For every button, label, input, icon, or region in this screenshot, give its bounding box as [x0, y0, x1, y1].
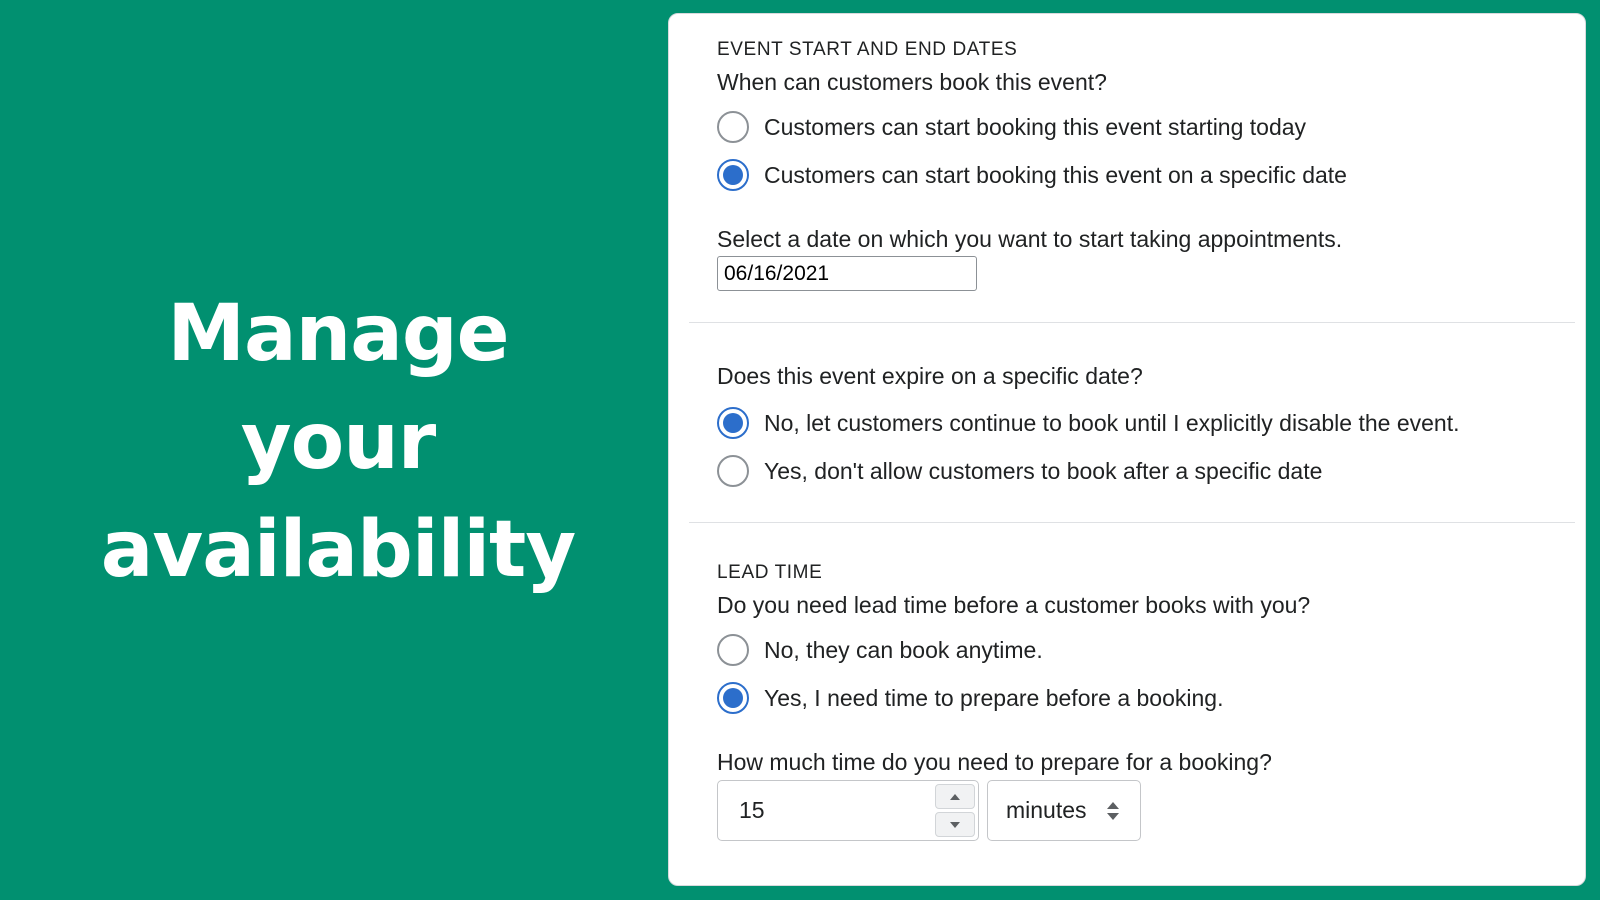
start-option-today-label: Customers can start booking this event s…: [764, 114, 1307, 140]
lead-section-heading: LEAD TIME: [717, 562, 823, 583]
hero-line-1: Manage: [167, 289, 509, 379]
prep-unit-select[interactable]: minutes: [987, 780, 1141, 841]
lead-option-no[interactable]: No, they can book anytime.: [717, 626, 1573, 674]
decrement-button[interactable]: [935, 812, 975, 837]
expire-option-no[interactable]: No, let customers continue to book until…: [717, 399, 1573, 447]
expire-section: Does this event expire on a specific dat…: [717, 362, 1573, 495]
settings-card: EVENT START AND END DATES When can custo…: [668, 13, 1586, 886]
lead-option-yes[interactable]: Yes, I need time to prepare before a boo…: [717, 674, 1573, 722]
expire-option-yes-label: Yes, don't allow customers to book after…: [764, 458, 1323, 484]
prep-unit-value: minutes: [1006, 797, 1087, 823]
hero-title: Manage your availability: [100, 280, 576, 604]
caret-up-icon: [950, 793, 960, 800]
hero-line-2: your: [240, 397, 436, 487]
lead-time-section: LEAD TIME Do you need lead time before a…: [717, 561, 1573, 841]
radio-button-checked[interactable]: [717, 682, 749, 714]
start-date-input[interactable]: [717, 256, 977, 291]
start-option-specific-date-label: Customers can start booking this event o…: [764, 162, 1347, 188]
section-divider: [689, 322, 1575, 323]
prep-time-controls: 15 minutes: [717, 780, 1573, 841]
lead-section-question: Do you need lead time before a customer …: [717, 592, 1311, 618]
start-date-section: EVENT START AND END DATES When can custo…: [717, 38, 1573, 291]
prep-prompt: How much time do you need to prepare for…: [717, 749, 1272, 775]
start-section-heading: EVENT START AND END DATES: [717, 39, 1018, 60]
lead-option-no-label: No, they can book anytime.: [764, 637, 1043, 663]
caret-down-icon: [950, 821, 960, 828]
expire-option-yes[interactable]: Yes, don't allow customers to book after…: [717, 447, 1573, 495]
start-option-today[interactable]: Customers can start booking this event s…: [717, 103, 1573, 151]
radio-button-checked[interactable]: [717, 407, 749, 439]
select-arrows-icon: [1107, 801, 1119, 820]
expire-radio-group: No, let customers continue to book until…: [717, 399, 1573, 495]
start-option-specific-date[interactable]: Customers can start booking this event o…: [717, 151, 1573, 199]
radio-button[interactable]: [717, 455, 749, 487]
section-divider: [689, 522, 1575, 523]
prep-time-stepper[interactable]: 15: [717, 780, 979, 841]
radio-button-checked[interactable]: [717, 159, 749, 191]
start-radio-group: Customers can start booking this event s…: [717, 103, 1573, 199]
radio-button[interactable]: [717, 111, 749, 143]
expire-section-question: Does this event expire on a specific dat…: [717, 363, 1143, 389]
start-section-question: When can customers book this event?: [717, 69, 1107, 95]
hero-line-3: availability: [100, 505, 576, 595]
prep-time-value[interactable]: 15: [718, 797, 935, 824]
hero-panel: Manage your availability: [0, 0, 676, 900]
expire-option-no-label: No, let customers continue to book until…: [764, 410, 1460, 436]
stepper-controls: [935, 784, 975, 837]
lead-radio-group: No, they can book anytime. Yes, I need t…: [717, 626, 1573, 722]
lead-option-yes-label: Yes, I need time to prepare before a boo…: [764, 685, 1224, 711]
date-prompt: Select a date on which you want to start…: [717, 226, 1343, 252]
radio-button[interactable]: [717, 634, 749, 666]
increment-button[interactable]: [935, 784, 975, 809]
